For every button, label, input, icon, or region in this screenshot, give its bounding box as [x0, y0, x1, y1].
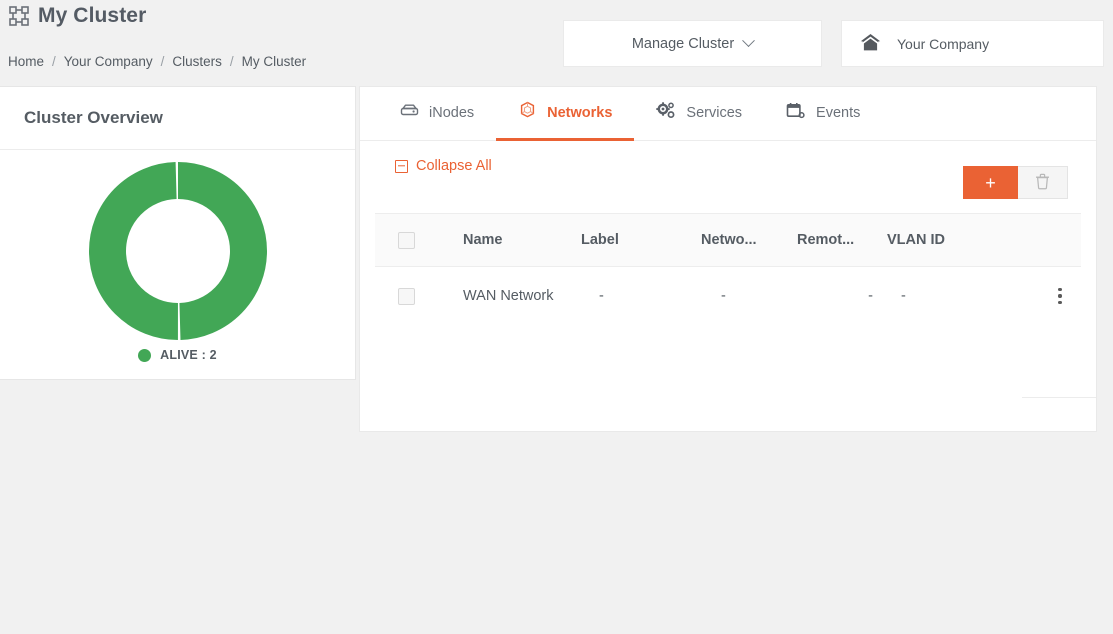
column-header-remote[interactable]: Remot...	[797, 232, 887, 248]
server-icon	[400, 103, 419, 122]
manage-cluster-label: Manage Cluster	[631, 35, 735, 52]
breadcrumb-item-your-company[interactable]: Your Company	[64, 54, 153, 69]
cell-label: -	[599, 288, 604, 304]
breadcrumb-item-clusters[interactable]: Clusters	[172, 54, 222, 69]
collapse-all-label: Collapse All	[416, 158, 492, 174]
hexagon-network-icon	[518, 101, 537, 124]
collapse-all-button[interactable]: Collapse All	[395, 158, 492, 174]
company-button[interactable]: Your Company	[841, 20, 1104, 67]
breadcrumb: Home / Your Company / Clusters / My Clus…	[8, 54, 306, 69]
cell-vlan-id: -	[901, 288, 906, 304]
tab-inodes-label: iNodes	[429, 104, 475, 121]
breadcrumb-separator: /	[229, 54, 234, 69]
select-all-checkbox[interactable]	[397, 231, 415, 249]
table-header-row: Name Label Netwo... Remot... VLAN ID	[375, 213, 1081, 267]
donut-chart-graphic	[88, 161, 268, 341]
page-title: My Cluster	[8, 4, 146, 28]
select-all-checkbox-cell	[375, 231, 437, 249]
tab-bar: iNodes Networks Services Events	[360, 87, 1096, 141]
row-checkbox-cell	[375, 287, 437, 305]
legend-label-alive: ALIVE : 2	[160, 348, 217, 362]
legend-color-swatch-alive	[138, 348, 152, 362]
company-label: Your Company	[897, 35, 990, 52]
table-row[interactable]: WAN Network - - - -	[375, 267, 1081, 325]
tab-events[interactable]: Events	[764, 87, 882, 141]
cell-network: -	[721, 288, 726, 304]
cluster-topology-icon	[8, 5, 30, 27]
breadcrumb-separator: /	[160, 54, 165, 69]
tab-events-label: Events	[816, 104, 861, 121]
add-network-button[interactable]: +	[963, 166, 1018, 199]
column-header-label[interactable]: Label	[581, 232, 701, 248]
tab-services-label: Services	[686, 104, 743, 121]
page-header: My Cluster Home / Your Company / Cluster…	[0, 0, 1113, 85]
row-select-checkbox[interactable]	[397, 287, 415, 305]
table-action-buttons: +	[963, 166, 1068, 199]
column-header-vlan-id[interactable]: VLAN ID	[887, 232, 987, 248]
minus-square-icon	[395, 159, 408, 173]
column-header-name[interactable]: Name	[437, 232, 581, 248]
delete-network-button[interactable]	[1018, 166, 1068, 199]
manage-cluster-button[interactable]: Manage Cluster	[563, 20, 822, 67]
breadcrumb-item-home[interactable]: Home	[8, 54, 44, 69]
tab-services[interactable]: Services	[634, 87, 764, 141]
calendar-gear-icon	[786, 102, 806, 124]
cluster-overview-title: Cluster Overview	[24, 108, 163, 127]
cluster-status-donut-chart: ALIVE : 2	[0, 150, 355, 380]
tab-networks[interactable]: Networks	[496, 87, 635, 141]
chart-legend: ALIVE : 2	[0, 348, 355, 362]
trash-icon	[1035, 173, 1050, 193]
networks-table: Name Label Netwo... Remot... VLAN ID WAN…	[375, 213, 1096, 398]
row-divider	[1022, 397, 1096, 398]
breadcrumb-item-my-cluster[interactable]: My Cluster	[242, 54, 307, 69]
column-header-network[interactable]: Netwo...	[701, 232, 797, 248]
detail-panel: iNodes Networks Services Events Collapse…	[359, 86, 1097, 432]
cluster-overview-card: Cluster Overview ALIVE : 2	[0, 86, 356, 380]
home-icon	[860, 33, 881, 55]
cell-remote: -	[868, 288, 873, 304]
page-title-text: My Cluster	[38, 4, 147, 27]
cell-name: WAN Network	[463, 288, 554, 304]
cluster-overview-header: Cluster Overview	[0, 87, 355, 150]
cogs-icon	[656, 102, 676, 123]
tab-inodes[interactable]: iNodes	[378, 87, 496, 141]
tab-networks-label: Networks	[547, 104, 613, 121]
kebab-menu-icon[interactable]	[1047, 281, 1073, 311]
chevron-down-icon	[742, 34, 756, 48]
breadcrumb-separator: /	[52, 54, 56, 69]
